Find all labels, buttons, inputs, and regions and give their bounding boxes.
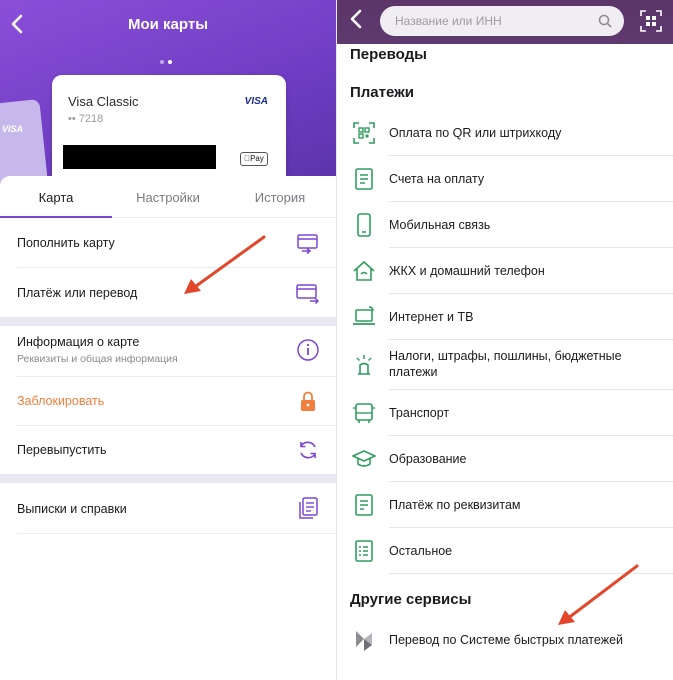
info-icon — [296, 338, 320, 362]
page-title: Мои карты — [127, 16, 209, 33]
section-gap — [0, 474, 336, 483]
my-cards-screen: Мои карты VISA Visa Classic •• 7218 VISA… — [0, 0, 336, 680]
card-tabs: Карта Настройки История — [0, 176, 336, 218]
sbp-icon — [352, 629, 376, 653]
section-gap — [0, 317, 336, 326]
tab-card[interactable]: Карта — [0, 176, 112, 218]
payment-item-utilities[interactable]: ЖКХ и домашний телефон — [337, 248, 673, 293]
refresh-icon — [296, 438, 320, 462]
divider — [17, 533, 336, 534]
cards-header: Мои карты VISA Visa Classic •• 7218 VISA… — [0, 0, 336, 195]
pager-dot — [160, 60, 164, 64]
search-placeholder: Название или ИНН — [395, 14, 502, 28]
payments-screen: Название или ИНН Переводы Платежи Оплата… — [336, 0, 673, 680]
card-info-row[interactable]: Информация о карте Реквизиты и общая инф… — [0, 326, 336, 377]
tab-history[interactable]: История — [224, 176, 336, 217]
visa-logo: VISA — [244, 96, 268, 107]
block-card-label: Заблокировать — [17, 394, 105, 408]
statements-row[interactable]: Выписки и справки — [0, 483, 336, 533]
payment-item-label: Оплата по QR или штрихкоду — [389, 126, 562, 140]
statements-label: Выписки и справки — [17, 502, 127, 516]
payment-item-label: Мобильная связь — [389, 218, 491, 232]
invoice-icon — [352, 167, 376, 191]
document-icon — [352, 493, 376, 517]
top-up-label: Пополнить карту — [17, 236, 115, 250]
transfer-icon — [296, 281, 320, 305]
tab-settings[interactable]: Настройки — [112, 176, 224, 217]
payment-transfer-row[interactable]: Платёж или перевод — [0, 268, 336, 317]
pager-dot-active — [168, 60, 172, 64]
qr-icon — [352, 121, 376, 145]
payment-item-qr[interactable]: Оплата по QR или штрихкоду — [337, 110, 673, 155]
laptop-icon — [352, 305, 376, 329]
top-up-icon — [296, 231, 320, 255]
scan-qr-icon[interactable] — [640, 10, 662, 32]
section-payments-title: Платежи — [350, 84, 414, 101]
payment-item-requisites[interactable]: Платёж по реквизитам — [337, 482, 673, 527]
sbp-transfer-item[interactable]: Перевод по Системе быстрых платежей — [337, 620, 673, 664]
reissue-row[interactable]: Перевыпустить — [0, 426, 336, 474]
payment-item-invoices[interactable]: Счета на оплату — [337, 156, 673, 201]
card-name: Visa Classic — [68, 94, 139, 109]
payment-transfer-label: Платёж или перевод — [17, 286, 138, 300]
payment-item-label: Счета на оплату — [389, 172, 485, 186]
payment-item-label: Налоги, штрафы, пошлины, бюджетные плате… — [389, 349, 622, 379]
documents-icon — [296, 496, 320, 520]
lock-icon — [296, 389, 320, 413]
payment-item-mobile[interactable]: Мобильная связь — [337, 202, 673, 247]
card-info-label: Информация о карте — [17, 335, 140, 349]
payment-item-label: Интернет и ТВ — [389, 310, 474, 324]
previous-card-brand: VISA — [2, 124, 24, 134]
search-header: Название или ИНН — [337, 0, 673, 44]
bus-icon — [352, 401, 376, 425]
divider — [389, 573, 673, 574]
search-input[interactable]: Название или ИНН — [380, 6, 624, 36]
section-other-title: Другие сервисы — [350, 591, 472, 608]
block-card-row[interactable]: Заблокировать — [0, 377, 336, 425]
payment-item-label: Транспорт — [389, 406, 450, 420]
card-pager — [160, 60, 172, 64]
phone-icon — [352, 213, 376, 237]
tax-icon — [352, 353, 376, 377]
payment-item-other[interactable]: Остальное — [337, 528, 673, 573]
payment-item-taxes[interactable]: Налоги, штрафы, пошлины, бюджетные плате… — [337, 340, 673, 389]
payment-item-label: Образование — [389, 452, 467, 466]
house-icon — [352, 259, 376, 283]
graduation-icon — [351, 447, 377, 471]
top-up-row[interactable]: Пополнить карту — [0, 219, 336, 268]
payment-item-label: Платёж по реквизитам — [389, 498, 521, 512]
card-info-subtitle: Реквизиты и общая информация — [17, 353, 178, 365]
payment-item-education[interactable]: Образование — [337, 436, 673, 481]
reissue-label: Перевыпустить — [17, 443, 107, 457]
apple-pay-badge: Pay — [240, 152, 268, 166]
section-transfers-title: Переводы — [350, 46, 427, 63]
list-icon — [352, 539, 376, 563]
payment-item-transport[interactable]: Транспорт — [337, 390, 673, 435]
card-number: •• 7218 — [68, 113, 104, 125]
search-icon — [598, 14, 612, 28]
payment-item-internet[interactable]: Интернет и ТВ — [337, 294, 673, 339]
payment-item-label: ЖКХ и домашний телефон — [389, 264, 545, 278]
redacted-block — [63, 145, 216, 169]
payment-item-label: Остальное — [389, 544, 453, 558]
sbp-transfer-label: Перевод по Системе быстрых платежей — [389, 633, 624, 647]
back-icon[interactable] — [349, 9, 363, 33]
